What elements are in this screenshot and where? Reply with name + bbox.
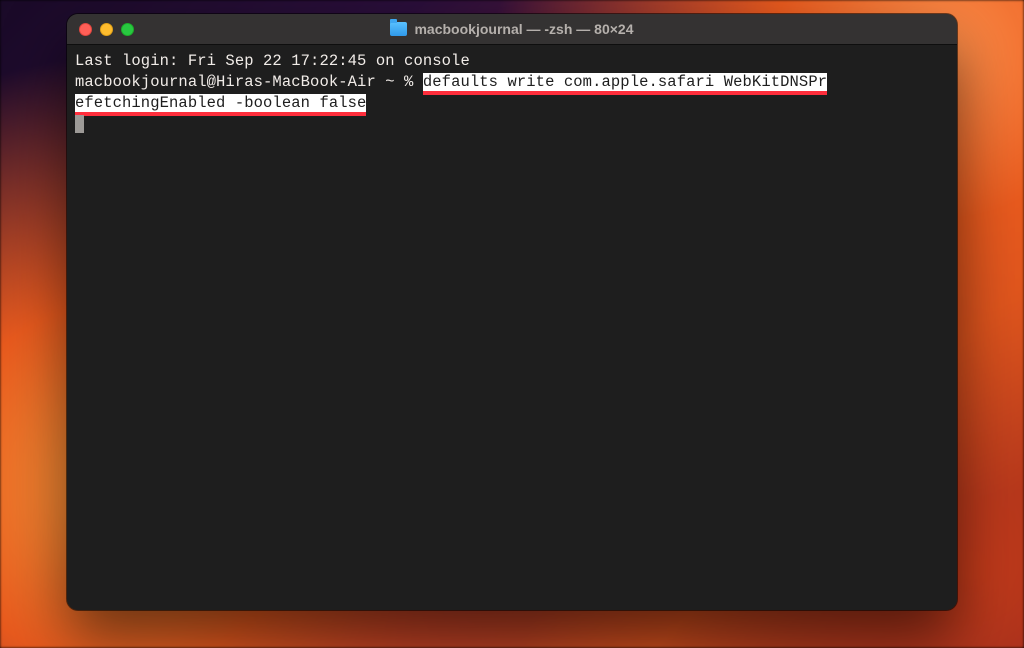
terminal-window: macbookjournal — -zsh — 80×24 Last login… <box>67 14 957 610</box>
window-titlebar[interactable]: macbookjournal — -zsh — 80×24 <box>67 14 957 45</box>
folder-icon <box>390 22 407 36</box>
terminal-content[interactable]: Last login: Fri Sep 22 17:22:45 on conso… <box>67 45 957 610</box>
command-highlight-line1: defaults write com.apple.safari WebKitDN… <box>423 73 827 91</box>
terminal-cursor <box>75 115 84 133</box>
shell-prompt: macbookjournal@Hiras-MacBook-Air ~ % <box>75 73 423 91</box>
zoom-button[interactable] <box>121 23 134 36</box>
command-highlight-line2: efetchingEnabled -boolean false <box>75 94 366 112</box>
window-title: macbookjournal — -zsh — 80×24 <box>414 21 633 37</box>
minimize-button[interactable] <box>100 23 113 36</box>
window-title-group: macbookjournal — -zsh — 80×24 <box>390 21 633 37</box>
last-login-line: Last login: Fri Sep 22 17:22:45 on conso… <box>75 52 470 70</box>
close-button[interactable] <box>79 23 92 36</box>
traffic-lights <box>79 23 134 36</box>
